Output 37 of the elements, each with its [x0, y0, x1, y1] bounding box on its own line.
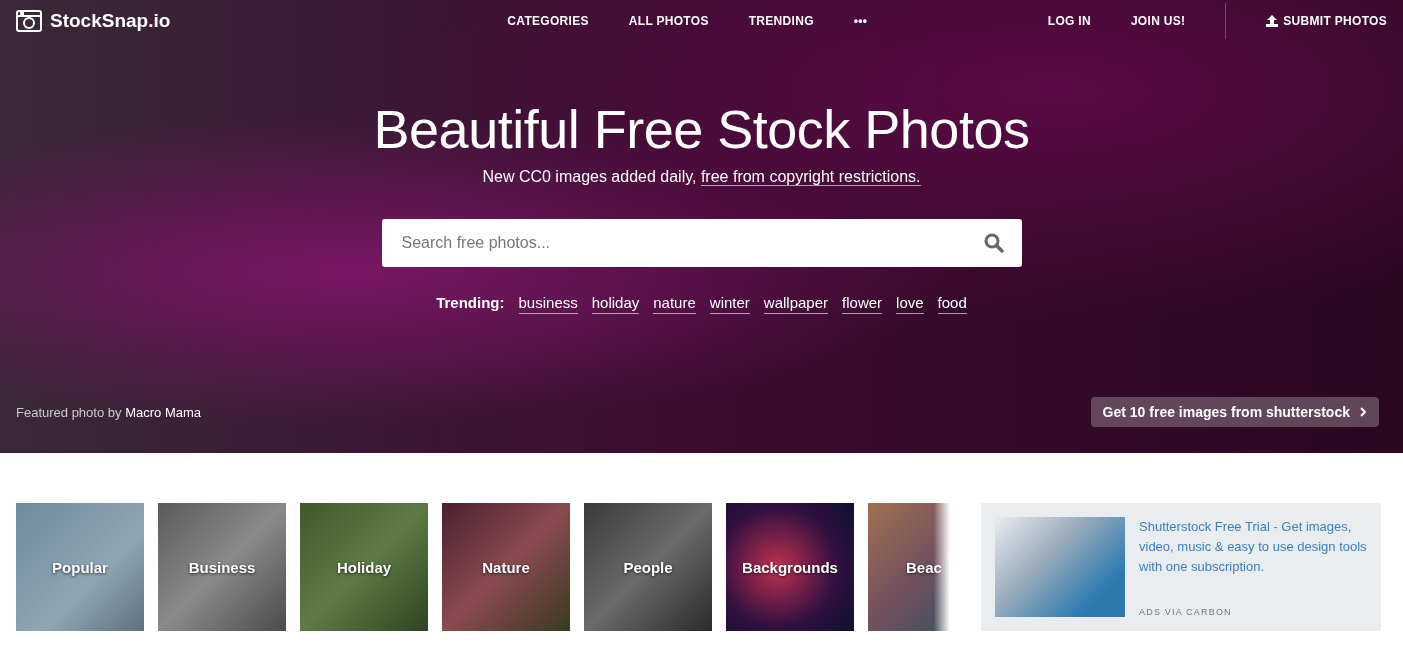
tag-link[interactable]: business — [518, 294, 578, 314]
chevron-icon — [1360, 407, 1367, 417]
tag-link[interactable]: holiday — [591, 294, 640, 314]
nav-link[interactable]: LOG IN — [1047, 13, 1091, 28]
trending-label: Trending: — [436, 294, 505, 311]
tag-link[interactable]: nature — [653, 294, 696, 314]
hero-subtitle: New CC0 images added daily, — [482, 168, 697, 185]
tag-link[interactable]: wallpaper — [763, 294, 829, 314]
nav-link[interactable]: CATEGORIES — [507, 13, 589, 28]
category-tile[interactable]: Holiday — [300, 503, 428, 631]
category-tile[interactable]: People — [584, 503, 712, 631]
ad-link[interactable]: Shutterstock Free Trial - Get images, video, music & easy to use design tools with one subscription. — [1139, 517, 1367, 577]
search-icon — [983, 233, 1004, 253]
search-field[interactable]: Search free photos... — [381, 219, 1022, 267]
category-tile[interactable]: Backgrounds — [726, 503, 854, 631]
nav-link[interactable]: JOIN US! — [1130, 13, 1186, 28]
upload-icon — [1266, 14, 1279, 27]
submit-photos-link[interactable]: SUBMIT PHOTOS — [1266, 13, 1387, 28]
promo-button[interactable]: Get 10 free images from shutterstock — [1090, 397, 1379, 427]
nav-link[interactable]: TRENDING — [748, 13, 814, 28]
credit-label: Featured photo by — [16, 404, 122, 420]
photographer-link[interactable]: Macro Mama — [125, 404, 201, 420]
tag-link[interactable]: love — [896, 294, 924, 314]
logo-text: StockSnap.io — [50, 9, 171, 32]
hero-title: Beautiful Free Stock Photos — [373, 98, 1030, 160]
nav-link[interactable]: ALL PHOTOS — [628, 13, 709, 28]
tag-link[interactable]: flower — [842, 294, 883, 314]
category-tile[interactable]: Nature — [442, 503, 570, 631]
camera-icon — [16, 9, 42, 32]
tag-link[interactable]: winter — [709, 294, 750, 314]
nav-link[interactable]: ••• — [853, 13, 868, 28]
tag-link[interactable]: food — [937, 294, 967, 314]
category-tile[interactable]: Business — [158, 503, 286, 631]
ad-credit: ADS VIA CARBON — [1139, 607, 1233, 617]
copyright-link[interactable]: free from copyright restrictions. — [700, 168, 921, 186]
category-tile[interactable]: Beac — [868, 503, 950, 631]
site-logo[interactable]: StockSnap.io — [16, 9, 171, 32]
